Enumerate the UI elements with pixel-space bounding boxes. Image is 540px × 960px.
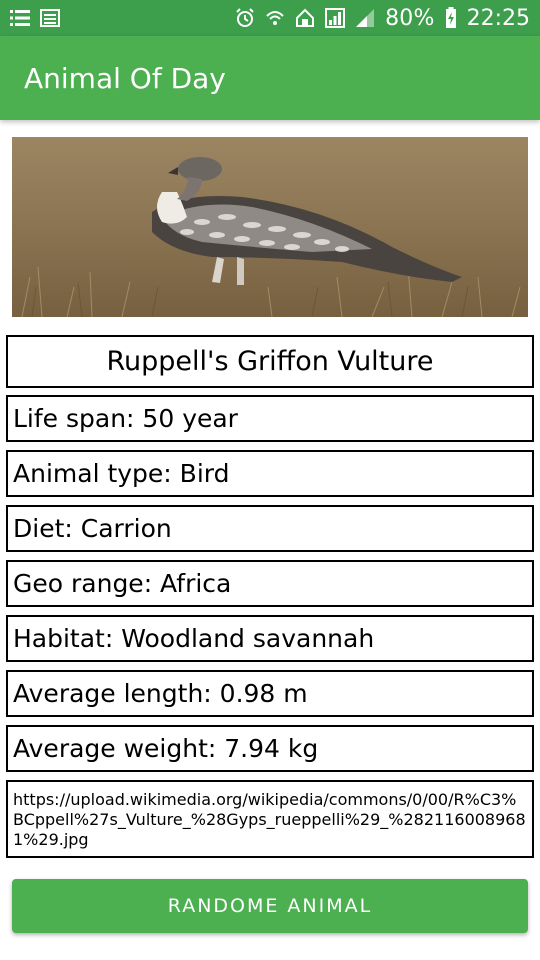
average-weight: Average weight: 7.94 kg [6, 725, 534, 772]
status-bar-right: 80% 22:25 [235, 6, 530, 31]
life-span: Life span: 50 year [6, 395, 534, 442]
app-title: Animal Of Day [24, 61, 226, 95]
image-url: https://upload.wikimedia.org/wikipedia/c… [6, 780, 534, 858]
alarm-icon [235, 8, 255, 28]
battery-charging-icon [445, 7, 457, 28]
animal-photo [12, 137, 528, 317]
battery-percent: 80% [385, 5, 435, 31]
status-bar: 80% 22:25 [0, 0, 540, 36]
animal-name: Ruppell's Griffon Vulture [6, 335, 534, 388]
app-bar: Animal Of Day [0, 36, 540, 120]
clock-time: 22:25 [466, 5, 530, 31]
diet: Diet: Carrion [6, 505, 534, 552]
cell-signal-icon [355, 8, 375, 28]
vulture-image [12, 137, 528, 317]
document-icon [40, 8, 60, 28]
habitat: Habitat: Woodland savannah [6, 615, 534, 662]
geo-range: Geo range: Africa [6, 560, 534, 607]
average-length: Average length: 0.98 m [6, 670, 534, 717]
data-signal-icon [325, 8, 346, 28]
animal-type: Animal type: Bird [6, 450, 534, 497]
home-icon [295, 8, 315, 28]
list-icon [10, 8, 30, 28]
wifi-icon [265, 8, 285, 28]
random-animal-button[interactable]: RANDOME ANIMAL [12, 879, 528, 933]
status-bar-left [10, 8, 60, 28]
